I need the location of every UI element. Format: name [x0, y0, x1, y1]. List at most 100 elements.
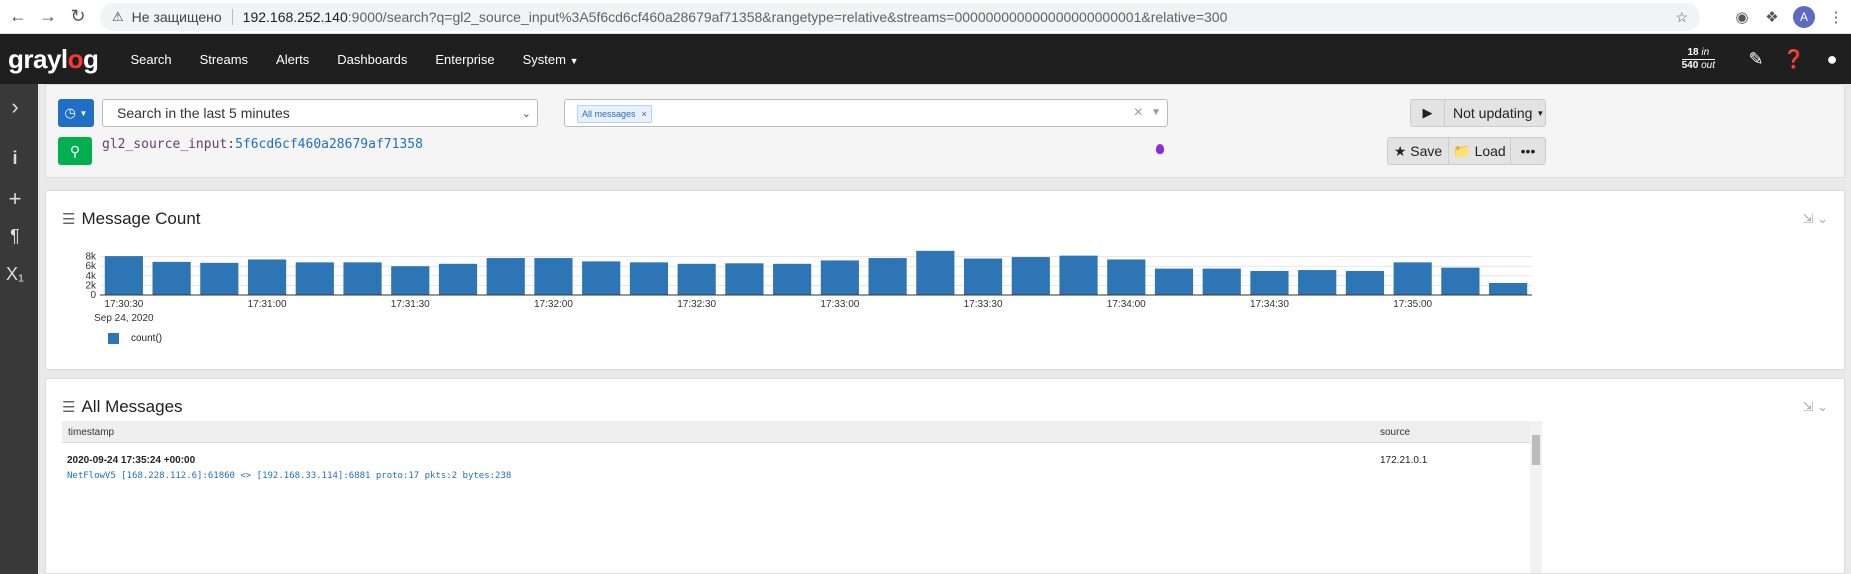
widget-controls[interactable]: ⇲ ⌄	[1803, 211, 1828, 227]
bar[interactable]	[486, 258, 525, 295]
chart-legend: count()	[108, 333, 162, 344]
puzzle-icon[interactable]: ❖	[1757, 8, 1787, 26]
bar[interactable]	[1250, 271, 1289, 295]
bar[interactable]	[534, 258, 573, 295]
lightbulb-icon[interactable]	[1156, 144, 1164, 154]
info-icon[interactable]: i	[0, 148, 30, 169]
legend-label: count()	[131, 333, 163, 344]
column-header-timestamp[interactable]: timestamp	[68, 427, 114, 438]
help-icon[interactable]: ❓	[1775, 49, 1813, 70]
chevron-right-icon[interactable]: ›	[0, 94, 30, 120]
widget-controls[interactable]: ⇲ ⌄	[1803, 399, 1828, 415]
play-icon[interactable]: ▶	[1411, 100, 1445, 126]
streams-filter[interactable]: All messages × × ▼	[564, 99, 1168, 127]
collapse-icon[interactable]: ⇲	[1803, 399, 1814, 414]
load-button[interactable]: 📁 Load	[1449, 137, 1511, 165]
bar[interactable]	[343, 262, 382, 295]
stream-tag[interactable]: All messages ×	[577, 105, 652, 123]
bar[interactable]	[916, 250, 955, 295]
x-tick-label: 17:33:00	[820, 299, 859, 310]
bar[interactable]	[1154, 268, 1194, 295]
bar[interactable]	[1393, 262, 1432, 295]
graylog-logo[interactable]: graylog	[8, 44, 99, 75]
bar[interactable]	[1202, 268, 1241, 295]
bar[interactable]	[1107, 259, 1146, 295]
chevron-down-icon[interactable]: ⌄	[1817, 399, 1828, 414]
bar[interactable]	[391, 266, 430, 295]
nav-alerts[interactable]: Alerts	[276, 52, 309, 67]
edit-icon[interactable]: ✎	[1737, 49, 1775, 70]
bar[interactable]	[1059, 255, 1098, 295]
bar[interactable]	[1489, 283, 1528, 295]
menu-dots-icon[interactable]: ⋮	[1821, 8, 1851, 26]
bar[interactable]	[200, 262, 239, 295]
extension-icon[interactable]: ◉	[1727, 8, 1757, 26]
clear-icon[interactable]: ×	[1134, 104, 1143, 122]
reload-icon[interactable]: ↻	[66, 5, 90, 29]
chevron-down-icon: ⌄	[521, 107, 531, 120]
message-text[interactable]: NetFlowV5 [168.228.112.6]:61860 <> [192.…	[67, 471, 511, 481]
refresh-control[interactable]: ▶ Not updating ▼	[1410, 99, 1546, 127]
user-icon[interactable]: ●	[1813, 49, 1851, 70]
scrollbar-thumb[interactable]	[1532, 435, 1540, 465]
nav-dashboards[interactable]: Dashboards	[337, 52, 407, 67]
bar[interactable]	[677, 263, 716, 295]
forward-icon[interactable]: →	[36, 5, 60, 29]
bar[interactable]	[152, 261, 191, 295]
bar[interactable]	[295, 262, 334, 295]
address-bar[interactable]: ⚠ Не защищено 192.168.252.140:9000/searc…	[100, 3, 1700, 31]
time-range-select[interactable]: Search in the last 5 minutes ⌄	[102, 99, 538, 127]
throughput-indicator[interactable]: 18 in 540 out	[1681, 47, 1715, 72]
back-icon[interactable]: ←	[6, 5, 30, 29]
bar[interactable]	[1298, 270, 1337, 295]
more-actions-button[interactable]: •••	[1511, 137, 1546, 165]
bar[interactable]	[1441, 267, 1480, 295]
nav-search[interactable]: Search	[130, 52, 171, 67]
x-tick-label: 17:33:30	[964, 299, 1003, 310]
bar[interactable]	[868, 258, 907, 295]
bar[interactable]	[438, 263, 478, 295]
column-header-source[interactable]: source	[1380, 427, 1410, 438]
message-source[interactable]: 172.21.0.1	[1380, 455, 1427, 466]
caret-down-icon[interactable]: ▼	[1151, 107, 1161, 118]
save-button[interactable]: ★ Save	[1387, 137, 1449, 165]
bookmark-star-icon[interactable]: ☆	[1675, 9, 1688, 26]
bar[interactable]	[629, 262, 669, 295]
bar[interactable]	[582, 261, 621, 295]
legend-swatch	[108, 333, 119, 344]
bar[interactable]	[1345, 271, 1385, 295]
search-icon: ⚲	[69, 142, 81, 159]
bar[interactable]	[820, 260, 859, 295]
remove-tag-icon[interactable]: ×	[642, 109, 647, 119]
bar[interactable]	[725, 263, 764, 295]
profile-avatar[interactable]: A	[1793, 6, 1815, 28]
x-tick-label: 17:35:00	[1393, 299, 1432, 310]
nav-streams[interactable]: Streams	[200, 52, 248, 67]
plus-icon[interactable]: +	[0, 186, 30, 212]
x-tick-label: 17:31:30	[391, 299, 430, 310]
top-navigation: graylog Search Streams Alerts Dashboards…	[0, 34, 1851, 84]
scrollbar[interactable]	[1530, 421, 1542, 573]
collapse-icon[interactable]: ⇲	[1803, 211, 1814, 226]
search-button[interactable]: ⚲	[58, 137, 92, 165]
nav-system[interactable]: System ▼	[523, 52, 579, 67]
bar[interactable]	[963, 258, 1003, 295]
time-range-type-button[interactable]: ◷ ▼	[58, 99, 94, 127]
bar[interactable]	[1011, 257, 1050, 295]
bar[interactable]	[247, 259, 287, 295]
x-tick-label: 17:32:30	[677, 299, 716, 310]
search-bar-panel: ◷ ▼ Search in the last 5 minutes ⌄ All m…	[45, 84, 1845, 178]
chevron-down-icon[interactable]: ⌄	[1817, 211, 1828, 226]
subscript-x-icon[interactable]: X₁	[0, 264, 30, 285]
bar[interactable]	[773, 263, 812, 295]
query-input[interactable]: gl2_source_input:5f6cd6cf460a28679af7135…	[102, 137, 423, 157]
x-tick-label: 17:34:30	[1250, 299, 1289, 310]
drag-handle-icon[interactable]: ☰	[62, 210, 75, 228]
drag-handle-icon[interactable]: ☰	[62, 398, 75, 416]
y-tick-label: 0	[90, 290, 96, 301]
message-timestamp[interactable]: 2020-09-24 17:35:24 +00:00	[67, 455, 195, 466]
nav-enterprise[interactable]: Enterprise	[435, 52, 494, 67]
bar[interactable]	[104, 256, 143, 295]
sidebar: › i + ¶ X₁	[0, 84, 38, 574]
pilcrow-icon[interactable]: ¶	[0, 226, 30, 247]
